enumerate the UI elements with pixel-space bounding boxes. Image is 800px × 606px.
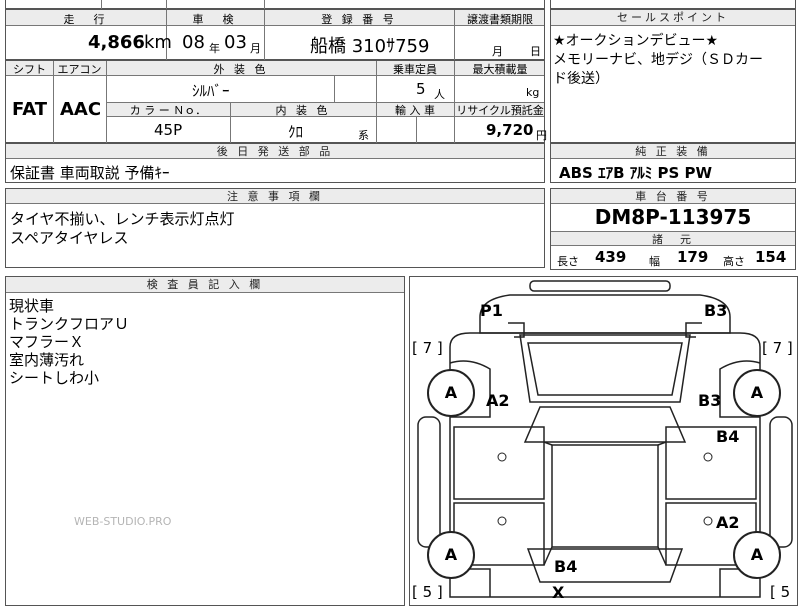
shift-value: FAT bbox=[12, 99, 48, 120]
front-bumper-part bbox=[529, 280, 671, 292]
inspection-month-unit: 月 bbox=[250, 42, 261, 55]
standard-equipment-box: 純 正 装 備 ABS ｴｱB ｱﾙﾐ PS PW bbox=[550, 143, 796, 183]
tire-front-left: A bbox=[427, 369, 475, 417]
chassis-value: DM8P-113975 bbox=[594, 205, 752, 229]
mileage-value: 4,866 bbox=[88, 32, 145, 53]
capacity-unit: 人 bbox=[434, 88, 445, 101]
color-no-value: 45P bbox=[154, 121, 183, 139]
sales-point-line-2: メモリーナビ、地デジ（ＳＤカー bbox=[553, 52, 763, 68]
inspector-box: 検 査 員 記 入 欄 現状車 トランクフロアＵ マフラーＸ 室内薄汚れ シート… bbox=[5, 276, 405, 606]
tread-front-left: [ 7 ] bbox=[412, 339, 443, 357]
watermark: WEB-STUDIO.PRO bbox=[74, 515, 172, 528]
mark-a2-right: A2 bbox=[716, 513, 740, 532]
tire-rear-right: A bbox=[733, 531, 781, 579]
shift-header: シフト bbox=[13, 63, 46, 76]
inspector-header: 検 査 員 記 入 欄 bbox=[6, 277, 404, 293]
tire-front-right: A bbox=[733, 369, 781, 417]
mark-p1: P1 bbox=[480, 301, 503, 320]
row2-table: シフト エアコン 外 装 色 乗車定員 最大積載量 FAT AAC ｼﾙﾊﾞｰ … bbox=[5, 60, 547, 143]
windshield bbox=[523, 406, 687, 443]
hood-inner bbox=[527, 342, 683, 396]
import-header: 輸 入 車 bbox=[395, 104, 435, 117]
front-bumper bbox=[479, 294, 731, 334]
hood bbox=[519, 334, 691, 403]
width-label: 幅 bbox=[649, 255, 660, 268]
inspector-line-5: シートしわ小 bbox=[9, 369, 100, 387]
color-no-header: カ ラ ー Ｎｏ． bbox=[129, 104, 207, 117]
recycle-unit: 円 bbox=[536, 129, 547, 142]
chassis-box: 車 台 番 号 DM8P-113975 諸 元 長さ 439 幅 179 高さ … bbox=[550, 188, 796, 270]
transfer-deadline-header: 譲渡書類期限 bbox=[467, 13, 533, 26]
recycle-value: 9,720 bbox=[486, 121, 534, 139]
capacity-header: 乗車定員 bbox=[393, 63, 437, 76]
inspection-header: 車 検 bbox=[192, 13, 238, 26]
inspection-year-unit: 年 bbox=[209, 42, 220, 55]
inspection-year: 08 bbox=[182, 32, 205, 53]
notes-line-2: スペアタイヤレス bbox=[10, 229, 129, 247]
mileage-header: 走 行 bbox=[63, 13, 109, 26]
chassis-header: 車 台 番 号 bbox=[551, 189, 795, 204]
top-partial-right bbox=[550, 0, 796, 9]
interior-color-header: 内 装 色 bbox=[275, 104, 331, 117]
mark-b4-right: B4 bbox=[716, 427, 740, 446]
height-label: 高さ bbox=[723, 255, 745, 268]
transfer-month: 月 bbox=[492, 45, 503, 58]
transfer-day: 日 bbox=[530, 45, 541, 58]
interior-color-suffix: 系 bbox=[358, 129, 369, 142]
left-front-door bbox=[453, 426, 545, 500]
registration-value: 船橋 310ｻ759 bbox=[310, 36, 430, 57]
exterior-color-header: 外 装 色 bbox=[213, 63, 269, 76]
delivery-later-header: 後 日 発 送 部 品 bbox=[6, 144, 544, 159]
right-side-strip bbox=[769, 416, 793, 548]
mark-b3-top: B3 bbox=[704, 301, 728, 320]
row1-table: 走 行 車 検 登 録 番 号 譲渡書類期限 4,866 km 08 年 03 … bbox=[5, 9, 545, 60]
roof bbox=[551, 444, 659, 548]
mark-x-bottom: X bbox=[552, 583, 565, 602]
tread-rear-left: [ 5 ] bbox=[412, 583, 443, 601]
sales-point-box: セールスポイント ★オークションデビュー★ メモリーナビ、地デジ（ＳＤカー ド後… bbox=[550, 9, 796, 143]
exterior-color-value: ｼﾙﾊﾞｰ bbox=[192, 82, 230, 100]
length-label: 長さ bbox=[557, 255, 579, 268]
car-diagram-box: A A A A [ 7 ] [ 7 ] [ 5 ] [ 5 P1 B3 A2 B… bbox=[409, 276, 798, 606]
delivery-later-box: 後 日 発 送 部 品 保証書 車両取説 予備ｷｰ bbox=[5, 143, 545, 183]
left-side-strip bbox=[417, 416, 441, 548]
right-front-door bbox=[665, 426, 757, 500]
notes-header: 注 意 事 項 欄 bbox=[6, 189, 544, 204]
registration-header: 登 録 番 号 bbox=[321, 13, 397, 26]
rear-window bbox=[526, 548, 684, 583]
max-load-header: 最大積載量 bbox=[472, 63, 528, 76]
recycle-header: リサイクル預託金 bbox=[456, 104, 544, 117]
delivery-later-value: 保証書 車両取説 予備ｷｰ bbox=[10, 164, 170, 182]
interior-color-value: ｸﾛ bbox=[288, 123, 304, 141]
mark-b4-bottom: B4 bbox=[554, 557, 578, 576]
top-partial-row bbox=[5, 0, 545, 9]
body-outline bbox=[449, 332, 761, 598]
standard-equipment-header: 純 正 装 備 bbox=[551, 144, 795, 159]
tread-front-right: [ 7 ] bbox=[762, 339, 793, 357]
standard-equipment-value: ABS ｴｱB ｱﾙﾐ PS PW bbox=[559, 164, 713, 182]
mark-b3-right: B3 bbox=[698, 391, 722, 410]
max-load-unit: kg bbox=[526, 86, 540, 99]
tread-rear-right: [ 5 bbox=[770, 583, 791, 601]
notes-box: 注 意 事 項 欄 タイヤ不揃い、レンチ表示灯点灯 スペアタイヤレス bbox=[5, 188, 545, 268]
notes-line-1: タイヤ不揃い、レンチ表示灯点灯 bbox=[10, 210, 235, 228]
mark-a2-left: A2 bbox=[486, 391, 510, 410]
sales-point-header: セールスポイント bbox=[551, 10, 795, 26]
capacity-value: 5 bbox=[416, 80, 426, 98]
height-value: 154 bbox=[755, 248, 787, 266]
width-value: 179 bbox=[677, 248, 709, 266]
aircon-header: エアコン bbox=[57, 63, 102, 76]
inspection-month: 03 bbox=[224, 32, 247, 53]
length-value: 439 bbox=[595, 248, 627, 266]
tire-rear-left: A bbox=[427, 531, 475, 579]
specs-header: 諸 元 bbox=[551, 231, 795, 246]
aircon-value: AAC bbox=[60, 99, 102, 120]
sales-point-line-3: ド後送） bbox=[553, 71, 609, 87]
sales-point-line-1: ★オークションデビュー★ bbox=[553, 33, 719, 49]
mileage-unit: km bbox=[144, 32, 172, 53]
